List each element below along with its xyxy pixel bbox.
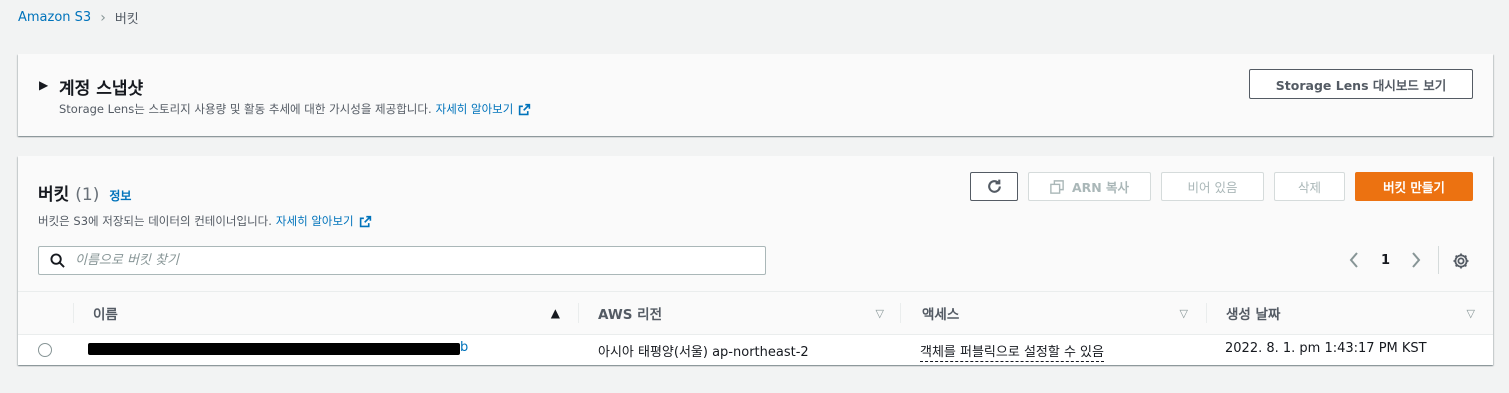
sort-icon[interactable]: ▽ [876,307,884,320]
buckets-description-text: 버킷은 S3에 저장되는 데이터의 컨테이너입니다. [38,214,272,228]
column-created[interactable]: 생성 날짜 ▽ [1206,292,1493,334]
gear-icon [1453,253,1469,269]
chevron-right-icon [1412,252,1421,268]
buckets-title: 버킷 (1) 정보 [38,180,131,205]
row-select-radio[interactable] [38,343,52,357]
page-number[interactable]: 1 [1381,253,1390,268]
table-row: b 아시아 태평양(서울) ap-northeast-2 객체를 퍼블릭으로 설… [18,335,1493,365]
bucket-search-input[interactable] [75,253,715,268]
bucket-search-box[interactable] [38,246,766,275]
chevron-right-icon: › [100,9,106,26]
column-name-label: 이름 [93,307,118,323]
column-access-label: 액세스 [922,307,960,323]
bucket-access[interactable]: 객체를 퍼블릭으로 설정할 수 있음 [920,341,1104,362]
account-snapshot-panel: ▶ 계정 스냅샷 Storage Lens는 스토리지 사용량 및 활동 추세에… [18,54,1493,136]
sort-icon[interactable]: ▽ [1467,307,1475,320]
breadcrumb-current: 버킷 [114,12,139,27]
copy-icon [1050,179,1064,194]
breadcrumb-amazon-s3-link[interactable]: Amazon S3 [18,10,91,25]
bucket-count: (1) [75,185,100,205]
expand-caret-icon[interactable]: ▶ [39,78,48,92]
breadcrumb: Amazon S3 › 버킷 [18,8,139,28]
search-icon [50,253,65,268]
refresh-icon [987,179,1001,193]
table-header: 이름 ▲ AWS 리전 ▽ 액세스 ▽ 생성 날짜 ▽ [18,291,1493,335]
external-link-icon[interactable] [359,215,372,228]
info-link[interactable]: 정보 [109,187,131,204]
column-name[interactable]: 이름 ▲ [73,292,578,334]
redaction-bar [88,343,460,355]
bucket-created-date: 2022. 8. 1. pm 1:43:17 PM KST [1225,341,1427,356]
preferences-button[interactable] [1452,252,1470,270]
pager-divider [1438,246,1439,274]
buckets-learn-more-link[interactable]: 자세히 알아보기 [276,213,354,229]
buckets-panel: 버킷 (1) 정보 버킷은 S3에 저장되는 데이터의 컨테이너입니다. 자세히… [18,156,1493,365]
buckets-description: 버킷은 S3에 저장되는 데이터의 컨테이너입니다. 자세히 알아보기 [38,213,372,229]
buckets-title-text: 버킷 [38,185,70,205]
bucket-name-visible-tail[interactable]: b [460,340,468,355]
empty-bucket-button[interactable]: 비어 있음 [1161,172,1264,201]
storage-lens-dashboard-button[interactable]: Storage Lens 대시보드 보기 [1249,69,1473,99]
column-access[interactable]: 액세스 ▽ [900,292,1206,334]
column-region[interactable]: AWS 리전 ▽ [578,292,900,334]
external-link-icon[interactable] [518,103,531,116]
column-region-label: AWS 리전 [598,307,662,323]
next-page-button[interactable] [1410,251,1422,269]
snapshot-title[interactable]: 계정 스냅샷 [59,74,143,99]
chevron-left-icon [1349,252,1358,268]
column-created-label: 생성 날짜 [1226,307,1281,323]
snapshot-learn-more-link[interactable]: 자세히 알아보기 [436,101,514,117]
create-bucket-button[interactable]: 버킷 만들기 [1355,172,1473,201]
copy-arn-button[interactable]: ARN 복사 [1028,172,1151,201]
delete-bucket-button[interactable]: 삭제 [1274,172,1345,201]
snapshot-description-text: Storage Lens는 스토리지 사용량 및 활동 추세에 대한 가시성을 … [59,102,432,116]
sort-ascending-icon[interactable]: ▲ [551,306,560,320]
copy-arn-label: ARN 복사 [1071,180,1130,195]
previous-page-button[interactable] [1348,251,1360,269]
refresh-button[interactable] [970,172,1018,201]
bucket-name-link[interactable]: b [88,340,468,358]
snapshot-description: Storage Lens는 스토리지 사용량 및 활동 추세에 대한 가시성을 … [59,101,531,117]
bucket-region: 아시아 태평양(서울) ap-northeast-2 [598,345,809,360]
sort-icon[interactable]: ▽ [1180,307,1188,320]
